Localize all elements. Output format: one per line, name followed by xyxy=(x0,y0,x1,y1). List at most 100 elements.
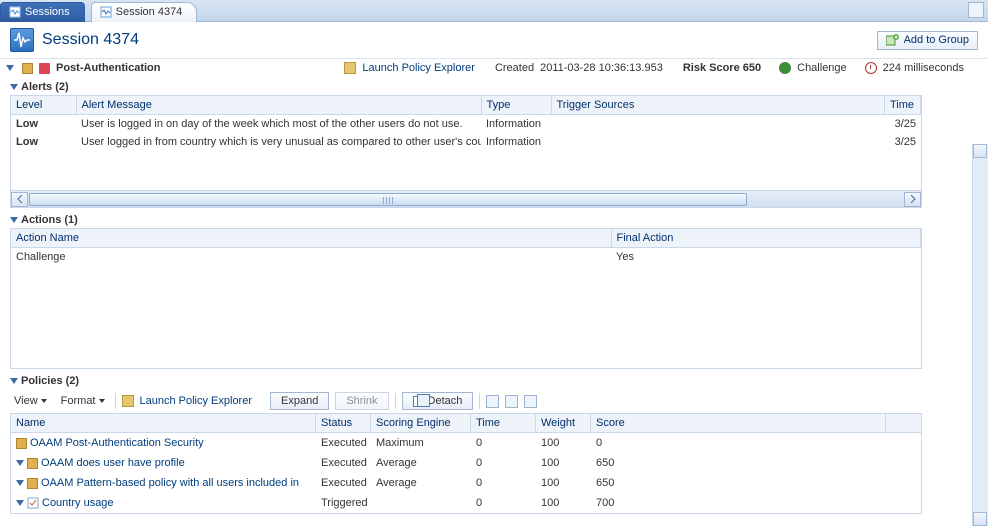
policy-file-icon xyxy=(27,478,38,489)
policies-col-score[interactable]: Score xyxy=(591,414,886,432)
table-row[interactable]: Low User logged in from country which is… xyxy=(11,133,921,151)
alert-time: 3/25 xyxy=(885,133,921,151)
subheader-collapse-toggle[interactable] xyxy=(6,65,14,71)
policies-col-name[interactable]: Name xyxy=(11,414,316,432)
policy-row[interactable]: Country usage Triggered 0 100 700 xyxy=(11,493,921,513)
policy-score: 650 xyxy=(591,455,886,471)
policy-weight: 100 xyxy=(536,475,591,491)
policy-engine xyxy=(371,501,471,505)
policy-status: Triggered xyxy=(316,495,371,511)
policy-engine: Average xyxy=(371,455,471,471)
policy-time: 0 xyxy=(471,455,536,471)
policy-name[interactable]: OAAM Pattern-based policy with all users… xyxy=(41,477,299,489)
alerts-hscrollbar[interactable] xyxy=(11,190,921,207)
alerts-col-type[interactable]: Type xyxy=(481,96,551,115)
alert-level: Low xyxy=(11,115,76,133)
vertical-scrollbar[interactable] xyxy=(972,144,988,526)
table-row[interactable]: Challenge Yes xyxy=(11,248,921,266)
policy-weight: 100 xyxy=(536,455,591,471)
launch-policy-explorer-icon xyxy=(122,395,134,407)
alert-time: 3/25 xyxy=(885,115,921,133)
alerts-col-level[interactable]: Level xyxy=(11,96,76,115)
alert-level: Low xyxy=(11,133,76,151)
alert-type: Information xyxy=(481,133,551,151)
actions-col-name[interactable]: Action Name xyxy=(11,229,611,248)
policy-name[interactable]: Country usage xyxy=(42,497,114,509)
created-value: 2011-03-28 10:36:13.953 xyxy=(540,62,663,74)
tab-session-detail[interactable]: Session 4374 xyxy=(91,2,198,22)
actions-toggle[interactable] xyxy=(10,217,18,223)
policy-status: Executed xyxy=(316,455,371,471)
policy-status: Executed xyxy=(316,435,371,451)
go-up-icon[interactable] xyxy=(505,395,518,408)
policies-col-weight[interactable]: Weight xyxy=(536,414,591,432)
policy-icon xyxy=(22,63,33,74)
scroll-thumb[interactable] xyxy=(29,193,747,206)
policy-status: Executed xyxy=(316,475,371,491)
gear-icon xyxy=(779,62,791,74)
policy-name[interactable]: OAAM does user have profile xyxy=(41,457,185,469)
detach-button[interactable]: Detach xyxy=(402,392,474,410)
clock-icon xyxy=(865,62,877,74)
shrink-button: Shrink xyxy=(335,392,388,410)
alerts-toggle[interactable] xyxy=(10,84,18,90)
policy-time: 0 xyxy=(471,495,536,511)
policy-weight: 100 xyxy=(536,435,591,451)
risk-score-label: Risk Score xyxy=(683,62,740,74)
policy-row[interactable]: OAAM Pattern-based policy with all users… xyxy=(11,473,921,493)
expand-button[interactable]: Expand xyxy=(270,392,329,410)
risk-score-value: 650 xyxy=(743,62,761,74)
tree-toggle[interactable] xyxy=(16,500,24,506)
policy-time: 0 xyxy=(471,475,536,491)
auth-status-icon xyxy=(39,63,50,74)
session-detail-icon xyxy=(100,6,112,18)
policy-file-icon xyxy=(16,438,27,449)
launch-policy-explorer-link-2[interactable]: Launch Policy Explorer xyxy=(140,395,253,407)
alert-type: Information xyxy=(481,115,551,133)
table-row[interactable]: Low User is logged in on day of the week… xyxy=(11,115,921,133)
alerts-col-trigger[interactable]: Trigger Sources xyxy=(551,96,885,115)
tree-toggle[interactable] xyxy=(16,460,24,466)
tree-toggle[interactable] xyxy=(16,480,24,486)
restore-window-button[interactable] xyxy=(968,2,984,18)
policy-file-icon xyxy=(27,458,38,469)
alert-trigger xyxy=(551,115,885,133)
tab-sessions[interactable]: Sessions xyxy=(0,2,85,22)
policies-toggle[interactable] xyxy=(10,378,18,384)
policy-weight: 100 xyxy=(536,495,591,511)
action-final: Yes xyxy=(611,248,921,266)
policy-name[interactable]: OAAM Post-Authentication Security xyxy=(30,437,204,449)
actions-col-final[interactable]: Final Action xyxy=(611,229,921,248)
scroll-up-icon[interactable] xyxy=(973,144,987,158)
view-menu[interactable]: View xyxy=(10,393,51,409)
policy-row[interactable]: OAAM Post-Authentication Security Execut… xyxy=(11,433,921,453)
add-to-group-label: Add to Group xyxy=(904,34,969,46)
launch-policy-explorer-link[interactable]: Launch Policy Explorer xyxy=(362,62,475,74)
challenge-label: Challenge xyxy=(797,62,847,74)
policy-score: 0 xyxy=(591,435,886,451)
policies-col-time[interactable]: Time xyxy=(471,414,536,432)
alert-trigger xyxy=(551,133,885,151)
page-title: Session 4374 xyxy=(42,31,139,49)
policy-score: 700 xyxy=(591,495,886,511)
scroll-right-icon[interactable] xyxy=(904,192,921,207)
scroll-left-icon[interactable] xyxy=(11,192,28,207)
scroll-down-icon[interactable] xyxy=(973,512,987,526)
rule-icon xyxy=(27,497,39,509)
go-to-top-icon[interactable] xyxy=(486,395,499,408)
chevron-down-icon xyxy=(99,399,105,403)
alerts-title: Alerts (2) xyxy=(21,81,69,93)
chevron-down-icon xyxy=(41,399,47,403)
policies-col-status[interactable]: Status xyxy=(316,414,371,432)
tab-session-detail-label: Session 4374 xyxy=(116,6,183,18)
alerts-col-message[interactable]: Alert Message xyxy=(76,96,481,115)
policy-engine: Maximum xyxy=(371,435,471,451)
policies-col-engine[interactable]: Scoring Engine xyxy=(371,414,471,432)
add-to-group-button[interactable]: Add to Group xyxy=(877,31,978,50)
policy-row[interactable]: OAAM does user have profile Executed Ave… xyxy=(11,453,921,473)
format-menu[interactable]: Format xyxy=(57,393,109,409)
session-waveform-icon xyxy=(10,28,34,52)
alerts-col-time[interactable]: Time xyxy=(885,96,921,115)
launch-policy-explorer-icon xyxy=(344,62,356,74)
show-as-top-icon[interactable] xyxy=(524,395,537,408)
